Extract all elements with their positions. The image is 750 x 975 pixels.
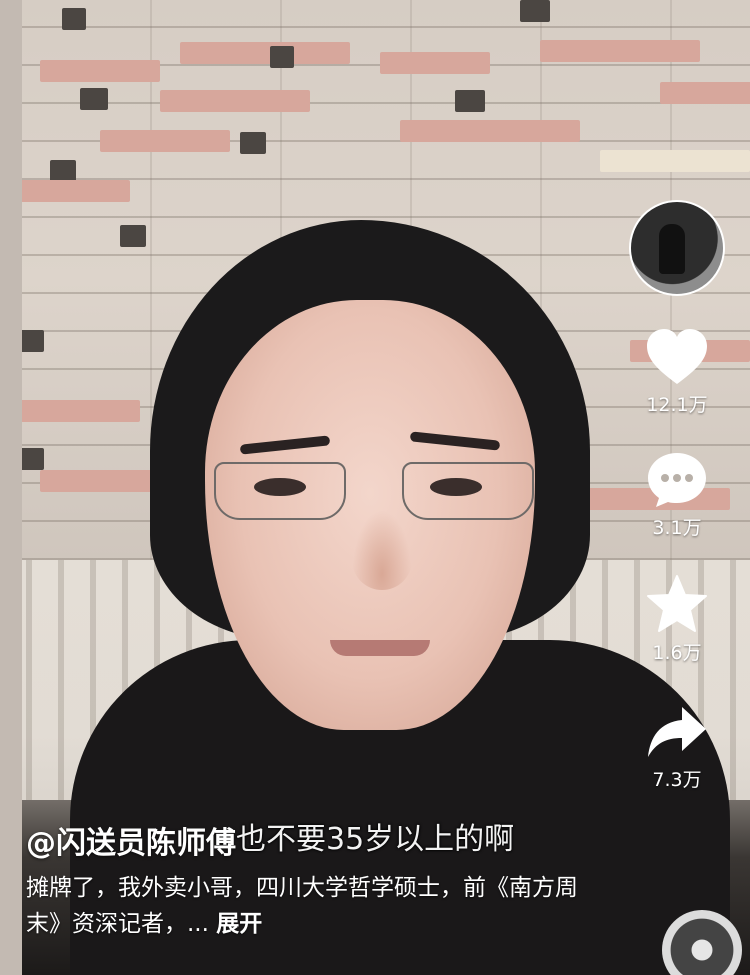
brick (120, 225, 146, 247)
share-action[interactable]: 7.3万 (646, 705, 708, 792)
heart-icon[interactable] (645, 328, 709, 386)
caption-text: 摊牌了，我外卖小哥，四川大学哲学硕士，前《南方周末》资深记者，... (26, 875, 578, 937)
share-count: 7.3万 (652, 769, 702, 791)
wall-edge (0, 0, 22, 975)
like-count: 12.1万 (646, 394, 708, 416)
brick (520, 0, 550, 22)
brick (270, 46, 294, 68)
brick (40, 60, 160, 82)
author-avatar[interactable] (629, 200, 725, 296)
brick (455, 90, 485, 112)
brick (540, 40, 700, 62)
left-eye (254, 478, 306, 496)
like-action[interactable]: 12.1万 (645, 328, 709, 417)
brick (240, 132, 266, 154)
brick (80, 88, 108, 110)
brick (180, 42, 350, 64)
right-eye (430, 478, 482, 496)
brick (40, 470, 160, 492)
video-player[interactable]: 12.1万 3.1万 1.6万 7.3万 也不要35岁以上的啊 @闪送员陈师傅 … (0, 0, 750, 975)
author-name[interactable]: @闪送员陈师傅 (26, 818, 236, 862)
action-rail: 12.1万 3.1万 1.6万 7.3万 (622, 200, 732, 792)
brick (20, 448, 44, 470)
brick (660, 82, 750, 104)
comment-count: 3.1万 (652, 517, 702, 539)
brick (100, 130, 230, 152)
share-arrow-icon[interactable] (646, 705, 708, 761)
comment-icon[interactable] (646, 451, 708, 509)
brick (20, 180, 130, 202)
favorite-action[interactable]: 1.6万 (646, 574, 708, 665)
brick (160, 90, 310, 112)
video-subtitle: 也不要35岁以上的啊 (236, 822, 515, 857)
expand-button[interactable]: 展开 (216, 911, 262, 937)
video-caption: 摊牌了，我外卖小哥，四川大学哲学硕士，前《南方周末》资深记者，... 展开 (26, 870, 586, 942)
comment-action[interactable]: 3.1万 (646, 451, 708, 540)
favorite-count: 1.6万 (652, 642, 702, 664)
nose (352, 510, 412, 590)
star-icon[interactable] (646, 574, 708, 634)
brick (600, 150, 750, 172)
brick (20, 330, 44, 352)
brick (400, 120, 580, 142)
mouth (330, 640, 430, 656)
brick (50, 160, 76, 182)
brick (380, 52, 490, 74)
brick (20, 400, 140, 422)
brick (62, 8, 86, 30)
avatar-figure (659, 224, 685, 274)
music-disc-icon[interactable] (662, 910, 742, 975)
